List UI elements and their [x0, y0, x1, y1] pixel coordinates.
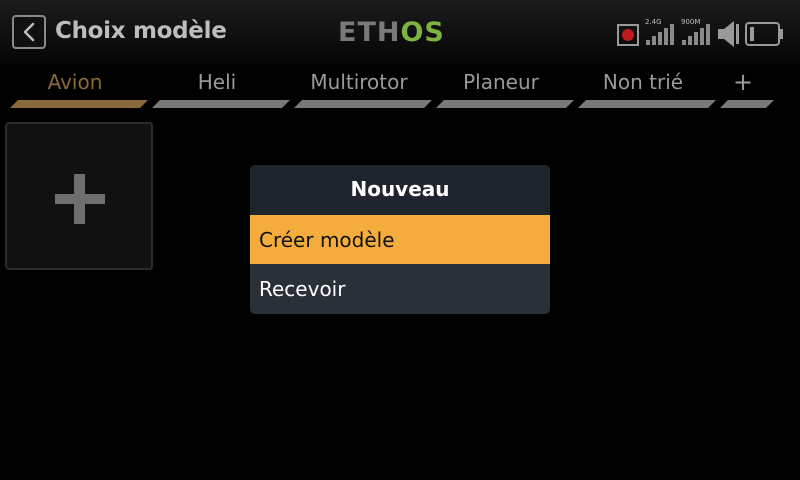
tab-indicator — [720, 100, 774, 108]
rf-label: 2.4G — [645, 18, 662, 26]
tab-multirotor[interactable]: Multirotor — [294, 64, 432, 110]
receive-option[interactable]: Recevoir — [250, 264, 550, 314]
back-button[interactable] — [12, 15, 46, 49]
tab-indicator — [10, 100, 148, 108]
tab-label: Avion — [47, 70, 103, 94]
page-title: Choix modèle — [55, 18, 227, 44]
tab-heli[interactable]: Heli — [152, 64, 290, 110]
tab-indicator — [436, 100, 574, 108]
logo-eth: ETH — [338, 17, 401, 48]
add-model-tile[interactable] — [5, 122, 153, 270]
category-tabs: Avion Heli Multirotor Planeur Non trié + — [0, 64, 800, 110]
tab-label: Multirotor — [310, 70, 408, 94]
status-area: 2.4G 900M — [615, 16, 790, 48]
tab-indicator — [294, 100, 432, 108]
tab-avion[interactable]: Avion — [10, 64, 148, 110]
rf-signal-icon — [646, 24, 674, 45]
new-model-dialog: Nouveau Créer modèle Recevoir — [250, 165, 550, 314]
ethos-logo: ETHOS — [338, 17, 445, 49]
record-icon — [617, 24, 639, 46]
speaker-icon — [718, 21, 739, 47]
tab-add-category[interactable]: + — [720, 64, 774, 110]
add-category-label: + — [732, 68, 754, 96]
logo-os: OS — [400, 17, 445, 48]
tab-label: Heli — [197, 70, 237, 94]
tab-label: Non trié — [602, 70, 684, 94]
telemetry-label: 900M — [681, 18, 700, 26]
tab-label: Planeur — [463, 70, 539, 94]
top-bar: Choix modèle ETHOS 2.4G 900M — [0, 0, 800, 64]
create-model-option[interactable]: Créer modèle — [250, 215, 550, 265]
tab-non-trie[interactable]: Non trié — [578, 64, 716, 110]
tab-indicator — [152, 100, 290, 108]
tab-indicator — [578, 100, 716, 108]
plus-icon — [55, 174, 105, 224]
tab-planeur[interactable]: Planeur — [436, 64, 574, 110]
chevron-left-icon — [23, 22, 35, 42]
dialog-title: Nouveau — [350, 177, 450, 201]
telemetry-signal-icon — [682, 24, 710, 45]
battery-icon — [745, 22, 783, 46]
